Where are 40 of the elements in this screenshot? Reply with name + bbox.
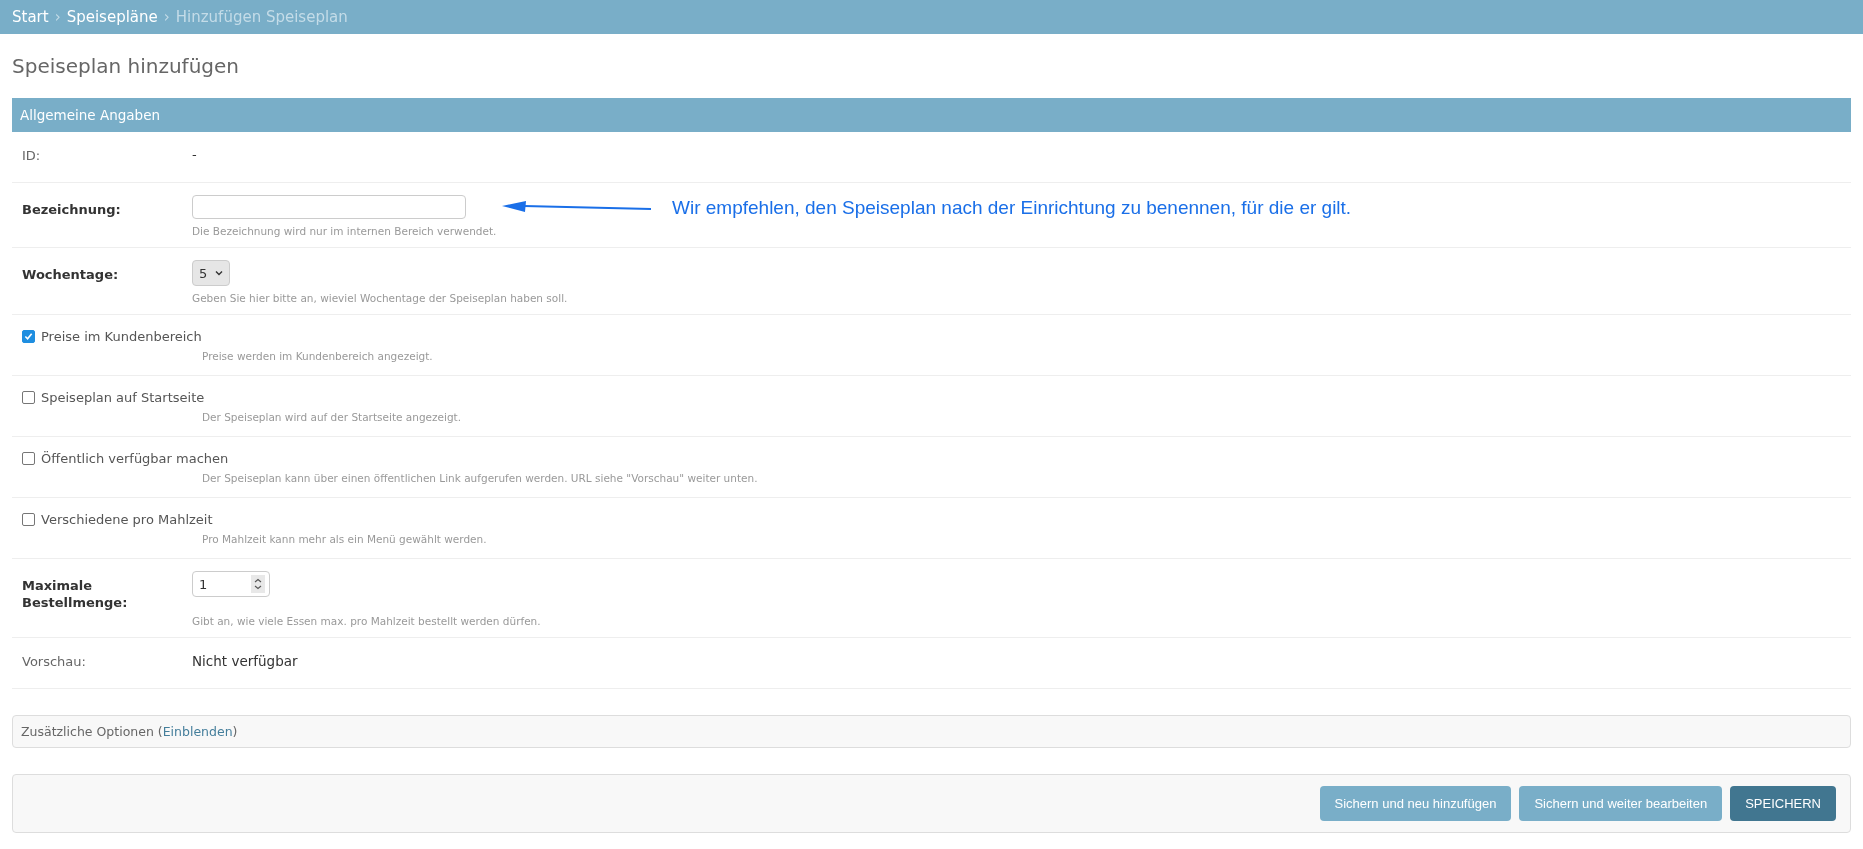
page-title: Speiseplan hinzufügen xyxy=(12,54,240,78)
help-text: Der Speiseplan kann über einen öffentlichen Link aufgerufen werden. URL siehe "Vorschau" weiter unten. xyxy=(201,472,759,484)
checkbox-label: Verschiedene pro Mahlzeit xyxy=(41,512,213,527)
help-text: Die Bezeichnung wird nur im internen Bereich verwendet. xyxy=(192,225,497,237)
checkbox-label: Preise im Kundenbereich xyxy=(41,329,202,344)
chevron-down-icon xyxy=(215,270,223,276)
field-label: Wochentage: xyxy=(22,266,120,284)
checkbox[interactable] xyxy=(22,452,35,465)
field-label: Bezeichnung: xyxy=(22,201,122,219)
checkbox-label: Öffentlich verfügbar machen xyxy=(41,451,229,466)
checkbox[interactable] xyxy=(22,513,35,526)
section-header: Allgemeine Angaben xyxy=(12,98,1851,132)
help-text: Geben Sie hier bitte an, wieviel Wochentage der Speiseplan haben soll. xyxy=(192,292,568,304)
field-value: - xyxy=(192,146,197,164)
show-link[interactable]: Einblenden xyxy=(162,724,233,739)
help-text: Der Speiseplan wird auf der Startseite angezeigt. xyxy=(201,411,463,423)
select-field[interactable]: 5 xyxy=(192,260,230,286)
current-page-title: Hinzufügen Speiseplan xyxy=(175,8,348,26)
breadcrumb-link[interactable]: Speisepläne xyxy=(66,8,158,26)
field-label: Maximale Bestellmenge: xyxy=(22,577,129,612)
text-input[interactable] xyxy=(192,195,466,219)
spinner-icon[interactable] xyxy=(251,575,265,593)
annotation-text: Wir empfehlen, den Speiseplan nach der Einrichtung zu benennen, für die er gilt. xyxy=(672,197,1352,219)
checkbox[interactable] xyxy=(22,391,35,404)
field-label: ID: xyxy=(22,147,42,165)
help-text: Preise werden im Kundenbereich angezeigt. xyxy=(201,350,434,362)
breadcrumb-separator: › xyxy=(163,8,170,26)
field-value: Nicht verfügbar xyxy=(192,652,298,671)
help-text: Gibt an, wie viele Essen max. pro Mahlzeit bestellt werden dürfen. xyxy=(192,615,541,627)
breadcrumb-link[interactable]: Start xyxy=(12,8,49,26)
checkbox[interactable] xyxy=(22,330,35,343)
save-button[interactable]: SPEICHERN xyxy=(1730,786,1836,821)
save-button[interactable]: Sichern und weiter bearbeiten xyxy=(1519,786,1723,821)
breadcrumb-separator: › xyxy=(54,8,61,26)
checkbox-label: Speiseplan auf Startseite xyxy=(41,390,205,405)
number-input[interactable]: 1 xyxy=(192,571,270,597)
field-label: Vorschau: xyxy=(22,653,87,671)
help-text: Pro Mahlzeit kann mehr als ein Menü gewählt werden. xyxy=(201,533,488,545)
collapsible-section-header: Zusätzliche Optionen (Einblenden) xyxy=(12,715,1851,748)
save-button[interactable]: Sichern und neu hinzufügen xyxy=(1319,786,1512,821)
